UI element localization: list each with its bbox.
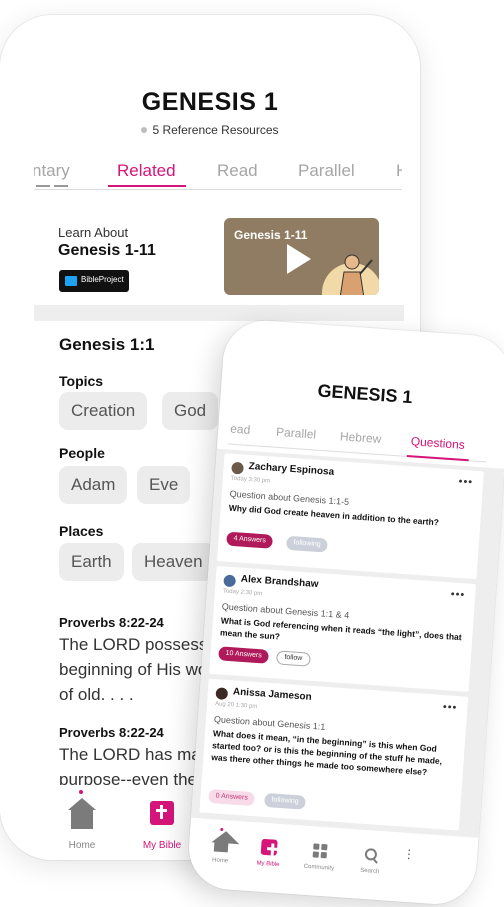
verse-reference: Genesis 1:1: [59, 335, 155, 354]
topics-label: Topics: [59, 373, 104, 389]
home-icon: [213, 841, 229, 853]
follow-button[interactable]: follow: [275, 650, 311, 667]
answers-button[interactable]: 4 Answers: [226, 531, 274, 549]
place-chip[interactable]: Earth: [59, 543, 124, 581]
tab-hebrew[interactable]: Hebrew: [340, 429, 382, 446]
avatar: [231, 461, 244, 475]
play-icon[interactable]: [287, 244, 311, 274]
tab-questions[interactable]: Questions: [410, 434, 465, 452]
answers-button[interactable]: 10 Answers: [218, 646, 270, 664]
bibleproject-icon: [65, 276, 77, 286]
person-chip[interactable]: Eve: [137, 466, 191, 504]
search-icon: [364, 848, 378, 861]
author-name: Alex Brandshaw: [240, 573, 319, 591]
question-card[interactable]: Alex Brandshaw Today 2:30 pm ••• Questio…: [209, 565, 477, 692]
nav-search[interactable]: Search: [354, 837, 390, 875]
following-button[interactable]: following: [263, 792, 307, 810]
tab-indicator: [36, 185, 50, 187]
video-thumbnail[interactable]: Genesis 1-11: [224, 218, 379, 295]
learn-about-card[interactable]: Learn About Genesis 1-11 BibleProject Ge…: [34, 205, 404, 305]
tab-commentary[interactable]: ntary: [34, 161, 70, 181]
more-icon[interactable]: •••: [458, 476, 473, 489]
community-icon: [312, 843, 328, 859]
passage-citation[interactable]: Proverbs 8:22-24: [59, 725, 164, 740]
bible-icon: [260, 838, 278, 856]
more-icon[interactable]: •••: [450, 588, 465, 601]
question-text: Why did God create heaven in addition to…: [228, 502, 440, 528]
tab-related[interactable]: Related: [117, 161, 176, 181]
tab-parallel[interactable]: Parallel: [298, 161, 355, 181]
tab-read[interactable]: ead: [230, 422, 251, 437]
illustration-icon: [322, 254, 379, 295]
question-card[interactable]: Anissa Jameson Aug 20 1:30 pm ••• Questi…: [199, 678, 469, 831]
video-title: Genesis 1-11: [234, 228, 308, 242]
bible-icon: [150, 801, 174, 825]
question-text: What does it mean, “in the beginning” is…: [210, 728, 443, 778]
tab-parallel[interactable]: Parallel: [276, 425, 317, 442]
more-icon[interactable]: •••: [442, 701, 457, 714]
avatar: [223, 574, 237, 588]
more-vertical-icon[interactable]: ⋮: [403, 847, 416, 862]
home-icon: [68, 798, 96, 829]
people-label: People: [59, 445, 105, 461]
tab-bar: ntary Related Read Parallel H: [34, 155, 402, 190]
person-chip[interactable]: Adam: [59, 466, 128, 504]
learn-title: Genesis 1-11: [58, 242, 156, 259]
learn-label: Learn About: [58, 225, 129, 240]
following-button[interactable]: following: [285, 535, 329, 553]
author-name: Anissa Jameson: [232, 686, 313, 703]
page-title: GENESIS 1: [141, 88, 279, 116]
timestamp: Aug 20 1:30 pm: [214, 701, 258, 711]
author-name: Zachary Espinosa: [248, 460, 335, 478]
tab-hebrew[interactable]: H: [396, 161, 402, 181]
active-dot-icon: [79, 790, 83, 794]
resource-count: 5 Reference Resources: [0, 123, 420, 137]
topic-chip[interactable]: God: [162, 392, 219, 430]
place-chip[interactable]: Heaven: [132, 543, 215, 581]
tab-indicator: [54, 185, 68, 187]
dot-icon: [141, 127, 148, 133]
tab-read[interactable]: Read: [217, 161, 258, 181]
places-label: Places: [59, 523, 104, 539]
nav-community[interactable]: Community: [298, 833, 344, 872]
active-tab-underline: [108, 185, 186, 187]
topic-chip[interactable]: Creation: [59, 392, 148, 430]
answers-button[interactable]: 0 Answers: [208, 788, 256, 807]
timestamp: Today 3:30 pm: [230, 475, 271, 485]
bibleproject-badge: BibleProject: [59, 270, 129, 292]
question-card[interactable]: Zachary Espinosa Today 3:30 pm ••• Quest…: [217, 453, 484, 580]
passage-citation[interactable]: Proverbs 8:22-24: [59, 615, 164, 630]
nav-my-bible[interactable]: My Bible: [250, 830, 290, 868]
nav-home[interactable]: Home: [204, 827, 240, 864]
page-title: GENESIS 1: [316, 380, 414, 408]
front-phone: GENESIS 1 ead Parallel Hebrew Questions …: [186, 318, 504, 907]
timestamp: Today 2:30 pm: [222, 588, 263, 598]
avatar: [215, 687, 229, 701]
